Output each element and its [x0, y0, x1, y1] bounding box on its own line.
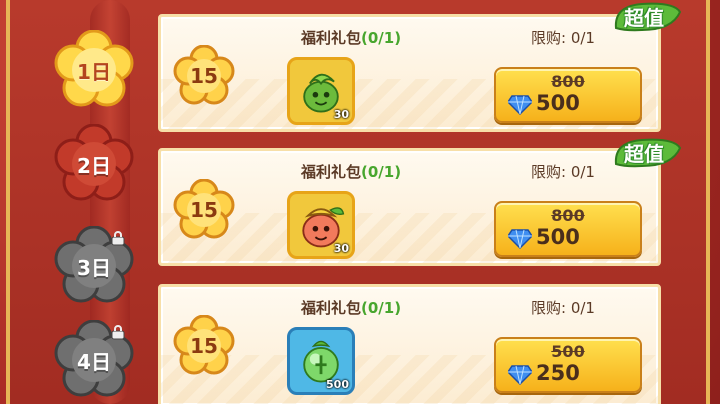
pack-count: (0/1)	[361, 29, 402, 47]
sale-price: 500	[536, 225, 580, 249]
day-tab-2[interactable]: 2日	[54, 124, 134, 204]
gift-pack-card: 15 福利礼包(0/1) 限购: 0/1 500 500 250	[158, 284, 661, 404]
reward-item[interactable]: 500	[287, 327, 355, 395]
purchase-limit: 限购: 0/1	[531, 29, 595, 47]
day-label: 3日	[77, 255, 111, 280]
buy-button[interactable]: 800 500	[494, 201, 642, 257]
reward-item[interactable]: 30	[287, 191, 355, 259]
lock-icon	[111, 231, 125, 246]
day-label: 2日	[77, 153, 111, 178]
sale-price: 500	[536, 91, 580, 115]
points-value: 15	[190, 334, 218, 358]
value-tag: 超值	[612, 136, 682, 168]
pack-title: 福利礼包(0/1)	[301, 161, 401, 182]
day-label: 4日	[77, 349, 111, 374]
buy-button[interactable]: 500 250	[494, 337, 642, 393]
value-tag-text: 超值	[624, 6, 664, 30]
points-badge: 15	[173, 179, 235, 241]
day-tab-1[interactable]: 1日	[54, 30, 134, 110]
reward-item[interactable]: 30	[287, 57, 355, 125]
item-quantity: 500	[326, 378, 349, 391]
pack-title: 福利礼包(0/1)	[301, 27, 401, 48]
points-badge: 15	[173, 45, 235, 107]
original-price: 800	[551, 206, 585, 225]
pack-count: (0/1)	[361, 299, 402, 317]
lock-icon	[111, 325, 125, 340]
day-label: 1日	[77, 59, 111, 84]
day-tab-3[interactable]: 3日	[54, 226, 134, 306]
day-tab-4[interactable]: 4日	[54, 320, 134, 400]
pack-count: (0/1)	[361, 163, 402, 181]
day-rail: 1日 2日 3日 4日	[30, 0, 158, 404]
points-badge: 15	[173, 315, 235, 377]
buy-button[interactable]: 800 500	[494, 67, 642, 123]
original-price: 800	[551, 72, 585, 91]
diamond-icon	[508, 365, 532, 385]
purchase-limit: 限购: 0/1	[531, 163, 595, 181]
diamond-icon	[508, 229, 532, 249]
pack-title-text: 福利礼包	[301, 299, 362, 317]
pack-title: 福利礼包(0/1)	[301, 297, 401, 318]
value-tag-text: 超值	[624, 142, 664, 166]
value-tag: 超值	[612, 0, 682, 32]
gift-pack-card: 15 福利礼包(0/1) 限购: 0/1 30 800 500	[158, 148, 661, 266]
pack-title-text: 福利礼包	[301, 163, 362, 181]
diamond-icon	[508, 95, 532, 115]
purchase-limit: 限购: 0/1	[531, 299, 595, 317]
original-price: 500	[551, 342, 585, 361]
points-value: 15	[190, 198, 218, 222]
item-quantity: 30	[333, 108, 349, 121]
sale-price: 250	[536, 361, 580, 385]
points-value: 15	[190, 64, 218, 88]
pack-title-text: 福利礼包	[301, 29, 362, 47]
item-quantity: 30	[333, 242, 349, 255]
gift-pack-card: 15 福利礼包(0/1) 限购: 0/1 30 800 500	[158, 14, 661, 132]
